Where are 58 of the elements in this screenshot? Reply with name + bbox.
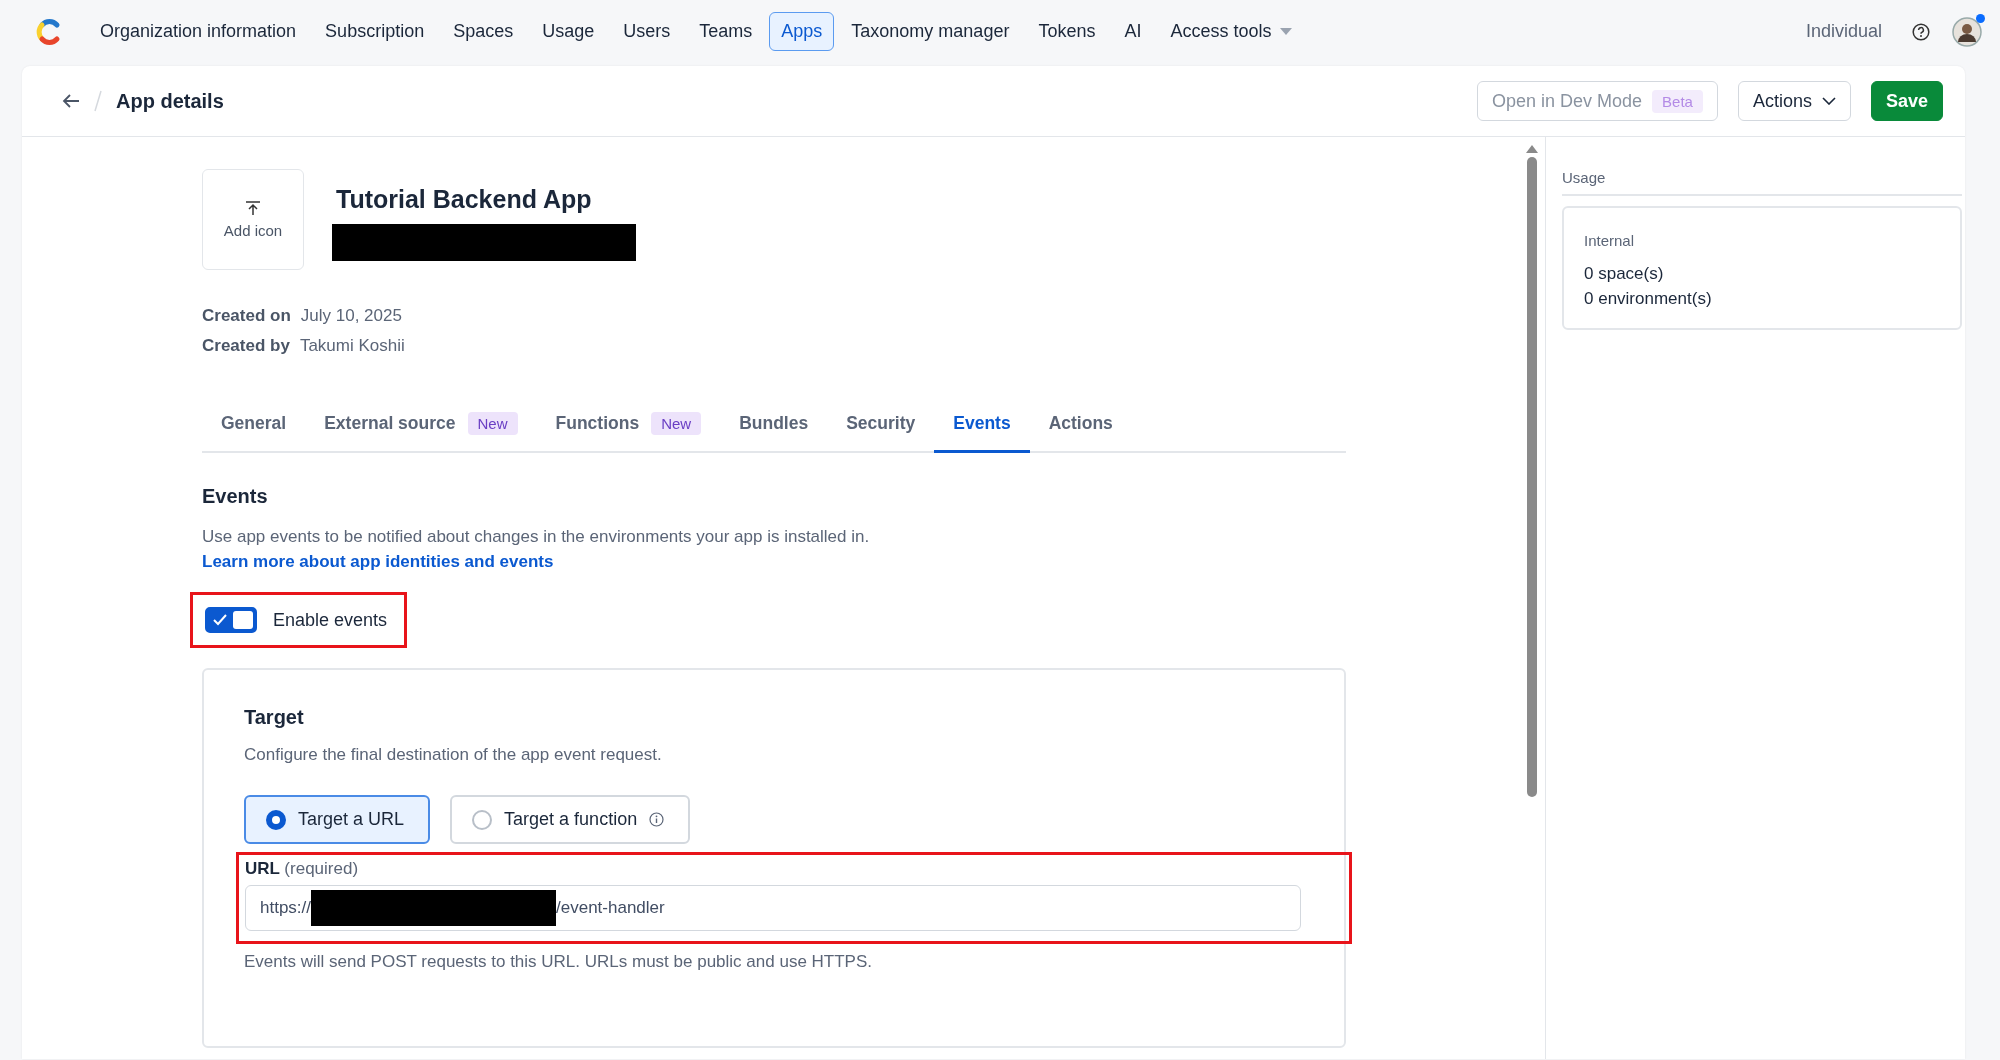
nav-tab[interactable]: AI (1112, 12, 1154, 51)
new-badge: New (467, 412, 518, 435)
section-heading: Events (202, 485, 269, 508)
nav-tab[interactable]: Tokens (1026, 12, 1108, 51)
check-icon (212, 613, 228, 627)
section-description: Use app events to be notified about changes in the environments your app is installed in. (202, 526, 871, 548)
save-button[interactable]: Save (1870, 81, 1943, 121)
tab[interactable]: Security (827, 402, 935, 453)
page-title: App details (116, 89, 224, 113)
account-label[interactable]: Individual (1805, 21, 1882, 42)
avatar-icon[interactable] (1952, 16, 1982, 47)
usage-count: 0 environment(s) (1584, 288, 1713, 310)
meta-value: July 10, 2025 (300, 306, 402, 326)
breadcrumb-divider (94, 90, 102, 112)
new-badge: New (651, 412, 702, 435)
nav-tab[interactable]: Organization information (88, 12, 309, 51)
nav-tab[interactable]: Subscription (313, 12, 437, 51)
target-option[interactable]: Target a function (450, 795, 691, 844)
usage-title: Internal (1584, 232, 1636, 249)
nav-tab[interactable]: Apps (769, 12, 835, 51)
toggle-switch[interactable] (205, 607, 257, 633)
add-icon-button[interactable]: Add icon (202, 169, 304, 270)
meta-label: Created on (202, 306, 291, 326)
card-heading: Target (244, 706, 305, 729)
nav-tab[interactable]: Taxonomy manager (839, 12, 1022, 51)
url-field[interactable]: https:// /event-handler (245, 885, 1301, 931)
scroll-up-icon[interactable] (1526, 145, 1538, 153)
tab[interactable]: Bundles (720, 402, 828, 453)
tab[interactable]: Actions (1029, 402, 1132, 453)
target-option[interactable]: Target a URL (244, 795, 431, 844)
nav-tab[interactable]: Usage (530, 12, 607, 51)
meta-label: Created by (202, 336, 290, 356)
beta-badge: Beta (1652, 89, 1703, 113)
tab[interactable]: External source New (305, 402, 537, 453)
chevron-down-icon (1821, 97, 1836, 105)
tab[interactable]: General (202, 402, 306, 453)
radio-button[interactable] (266, 809, 286, 830)
usage-count: 0 space(s) (1584, 263, 1665, 285)
nav-tab[interactable]: Teams (687, 12, 765, 51)
upload-icon (245, 200, 261, 216)
nav-tab[interactable]: Spaces (441, 12, 526, 51)
card-description: Configure the final destination of the app event request. (244, 745, 663, 765)
radio-button[interactable] (472, 809, 493, 830)
help-icon[interactable] (1912, 22, 1930, 41)
learn-more-link[interactable]: Learn more about app identities and events (202, 552, 554, 571)
actions-button[interactable]: Actions (1737, 81, 1851, 121)
field-help: Events will send POST requests to this URL. URLs must be public and use HTTPS. (244, 952, 873, 972)
scrollbar[interactable] (1525, 145, 1539, 797)
nav-tab[interactable]: Access tools (1158, 12, 1304, 51)
nav-tab[interactable]: Users (611, 12, 683, 51)
meta-value: Takumi Koshii (299, 336, 405, 356)
tab[interactable]: Functions New (536, 402, 721, 453)
toggle-label: Enable events (273, 609, 388, 631)
back-icon[interactable] (62, 93, 80, 109)
panel-heading: Usage (1562, 169, 1962, 196)
app-name: Tutorial Backend App (336, 185, 593, 214)
field-label: URL (required) (245, 859, 360, 879)
tab[interactable]: Events (934, 402, 1030, 453)
